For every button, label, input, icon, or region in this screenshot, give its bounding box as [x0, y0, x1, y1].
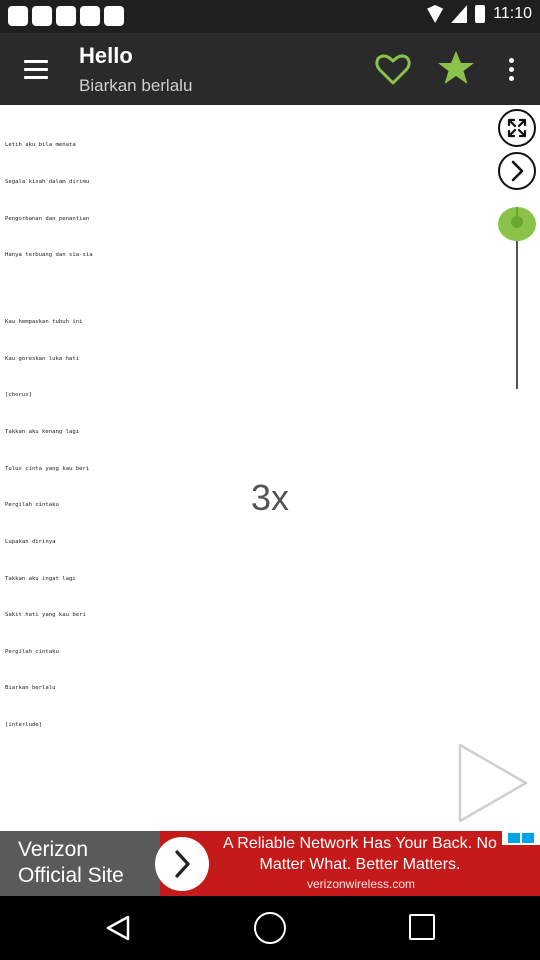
ad-domain: verizonwireless.com [307, 877, 416, 891]
lyric-line: Tulus cinta yang kau beri [5, 465, 90, 472]
ad-brand-panel: Verizon Official Site [0, 831, 160, 896]
notification-icon [104, 6, 124, 26]
ad-brand-line: Verizon [18, 838, 89, 861]
lyric-line: [interlude] [5, 721, 43, 728]
lyric-line: Takkan aku ingat lagi [5, 575, 76, 582]
lyric-gap [5, 286, 93, 292]
system-icons: 11:10 [427, 5, 532, 23]
notification-icon [56, 6, 76, 26]
notification-icon [32, 6, 52, 26]
lyric-line: Biarkan berlalu [5, 685, 56, 692]
hamburger-menu-icon[interactable] [18, 53, 54, 85]
lyric-line: [chorus] [5, 392, 32, 399]
lyric-line: Kau goreskan luka hati [5, 355, 80, 362]
lyrics-view[interactable]: Letih aku bila menata Segala kisah dalam… [0, 105, 540, 831]
ad-headline: A Reliable Network Has Your Back. No Mat… [215, 833, 505, 875]
lyrics-text: Letih aku bila menata Segala kisah dalam… [5, 115, 93, 756]
fullscreen-icon[interactable] [498, 109, 536, 147]
lyric-line: Letih aku bila menata [5, 142, 76, 149]
song-title: Hello [79, 43, 133, 68]
star-filled-icon[interactable] [436, 49, 476, 87]
ad-brand-text: Verizon Official Site [18, 837, 124, 889]
lyric-line: Pengorbanan dan penantian [5, 215, 90, 222]
more-vert-icon[interactable] [500, 51, 522, 87]
ad-headline-line: Matter What. Better Matters. [259, 856, 461, 873]
system-nav-bar [0, 896, 540, 960]
lyric-line: Kau hempaskan tubuh ini [5, 319, 83, 326]
lyric-line: Lupakan dirinya [5, 538, 56, 545]
status-time: 11:10 [493, 5, 532, 22]
status-bar: 11:10 [0, 0, 540, 33]
lyric-line: Sakit hati yang kau beri [5, 612, 86, 619]
notification-icon [8, 6, 28, 26]
ad-brand-line: Official Site [18, 864, 124, 887]
arrow-right-icon[interactable] [155, 837, 209, 891]
scroll-speed-label: 3x [250, 477, 290, 518]
heart-outline-icon[interactable] [374, 51, 412, 87]
lyric-line: Segala kisah dalam dirimu [5, 179, 90, 186]
song-subtitle: Biarkan berlalu [79, 76, 193, 95]
notification-icons [8, 6, 124, 26]
lyric-line: Takkan aku kenang lagi [5, 429, 80, 436]
back-triangle-icon[interactable] [104, 914, 132, 942]
scroll-speed-handle[interactable] [498, 207, 536, 241]
app-bar: Hello Biarkan berlalu [0, 33, 540, 105]
lyric-line: Hanya terbuang dan sia-sia [5, 252, 93, 259]
play-icon[interactable] [456, 741, 530, 825]
wifi-icon [427, 5, 444, 23]
battery-icon [475, 5, 486, 23]
ad-headline-line: A Reliable Network Has Your Back. No [223, 835, 497, 852]
recent-apps-square-icon[interactable] [409, 914, 435, 940]
home-circle-icon[interactable] [254, 912, 286, 944]
notification-icon [80, 6, 100, 26]
chevron-right-icon[interactable] [498, 152, 536, 190]
ad-banner[interactable]: Verizon Official Site A Reliable Network… [0, 831, 540, 896]
signal-icon [451, 5, 468, 23]
lyric-line: Pergilah cintaku [5, 648, 59, 655]
ad-choices-icon[interactable] [502, 831, 540, 845]
